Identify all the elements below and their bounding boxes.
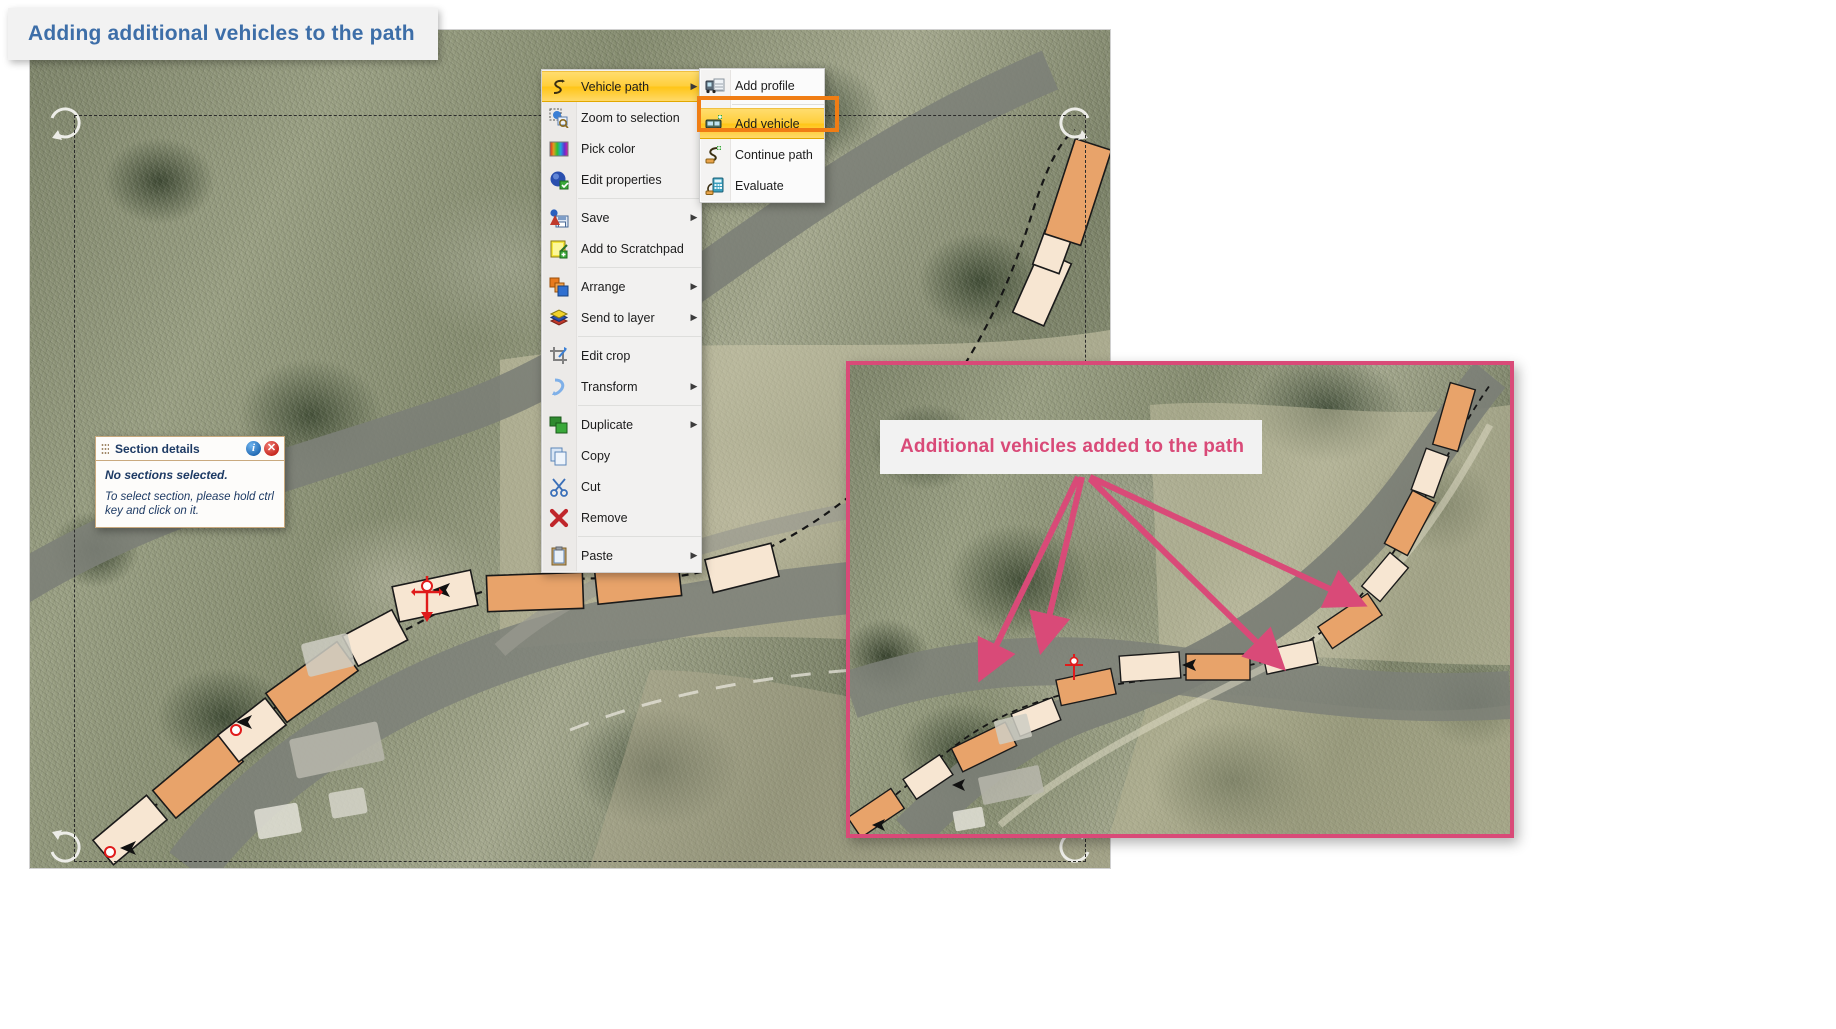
section-details-panel[interactable]: Section details i ✕ No sections selected… — [95, 436, 285, 528]
vehicle-box — [485, 571, 585, 613]
submenu-label: Evaluate — [735, 178, 784, 193]
menu-item-vehicle-path[interactable]: Vehicle path ▶ — [542, 71, 701, 102]
menu-label: Remove — [581, 510, 628, 525]
submenu-arrow-icon: ▶ — [690, 419, 698, 429]
submenu-arrow-icon: ▶ — [690, 312, 698, 322]
submenu-arrow-icon: ▶ — [690, 281, 698, 291]
remove-x-icon — [542, 502, 575, 533]
arrange-icon — [542, 271, 575, 302]
menu-item-pick-color[interactable]: Pick color — [542, 133, 701, 164]
submenu-item-evaluate[interactable]: Evaluate — [700, 170, 824, 201]
inset-callout: Additional vehicles added to the path — [880, 420, 1262, 474]
menu-item-edit-properties[interactable]: Edit properties — [542, 164, 701, 195]
menu-separator — [578, 198, 701, 199]
menu-label: Zoom to selection — [581, 110, 680, 125]
layers-icon — [542, 302, 575, 333]
trailer-box-lead — [391, 569, 479, 623]
submenu-item-add-profile[interactable]: Add profile — [700, 70, 824, 101]
add-vehicle-icon — [700, 108, 729, 139]
menu-item-save[interactable]: Save ▶ — [542, 202, 701, 233]
submenu-arrow-icon: ▶ — [690, 381, 698, 391]
menu-label: Edit properties — [581, 172, 662, 187]
section-details-hint: To select section, please hold ctrl key … — [105, 491, 274, 517]
vehicle-path-icon — [542, 71, 575, 102]
menu-separator — [578, 336, 701, 337]
section-details-title: Section details — [115, 441, 200, 456]
menu-separator — [578, 405, 701, 406]
submenu-item-add-vehicle[interactable]: Add vehicle — [700, 108, 824, 139]
menu-item-remove[interactable]: Remove — [542, 502, 701, 533]
path-anchor — [104, 846, 116, 858]
section-details-titlebar[interactable]: Section details i ✕ — [96, 437, 284, 461]
pick-color-icon — [542, 133, 575, 164]
duplicate-icon — [542, 409, 575, 440]
path-anchor — [230, 724, 242, 736]
menu-item-duplicate[interactable]: Duplicate ▶ — [542, 409, 701, 440]
menu-item-arrange[interactable]: Arrange ▶ — [542, 271, 701, 302]
continue-path-icon — [700, 139, 729, 170]
submenu-label: Add vehicle — [735, 116, 800, 131]
zoom-selection-icon — [542, 102, 575, 133]
context-menu[interactable]: Vehicle path ▶ Zoom to selection Pick co… — [541, 69, 702, 573]
inset-panel[interactable]: Additional vehicles added to the path — [846, 361, 1514, 838]
close-icon[interactable]: ✕ — [264, 441, 279, 456]
menu-label: Save — [581, 210, 610, 225]
cut-scissors-icon — [542, 471, 575, 502]
menu-item-transform[interactable]: Transform ▶ — [542, 371, 701, 402]
crop-icon — [542, 340, 575, 371]
menu-item-zoom-to-selection[interactable]: Zoom to selection — [542, 102, 701, 133]
heading-callout-text: Adding additional vehicles to the path — [28, 22, 415, 45]
add-profile-icon — [700, 70, 729, 101]
heading-callout: Adding additional vehicles to the path — [8, 8, 438, 60]
evaluate-icon — [700, 170, 729, 201]
scratchpad-icon — [542, 233, 575, 264]
section-details-body: No sections selected. To select section,… — [96, 461, 284, 527]
submenu-label: Continue path — [735, 147, 813, 162]
submenu-arrow-icon: ▶ — [690, 212, 698, 222]
menu-label: Send to layer — [581, 310, 655, 325]
submenu-separator — [732, 104, 824, 105]
menu-item-cut[interactable]: Cut — [542, 471, 701, 502]
transform-icon — [542, 371, 575, 402]
vehicle-path-submenu[interactable]: Add profile Add vehicle Continue path Ev… — [699, 68, 825, 203]
submenu-label: Add profile — [735, 78, 795, 93]
menu-item-send-to-layer[interactable]: Send to layer ▶ — [542, 302, 701, 333]
section-details-status: No sections selected. — [105, 468, 228, 482]
menu-label: Cut — [581, 479, 601, 494]
menu-label: Duplicate — [581, 417, 634, 432]
trailer-box-lead — [1118, 651, 1182, 683]
submenu-item-continue-path[interactable]: Continue path — [700, 139, 824, 170]
trailer-box — [91, 794, 169, 866]
menu-item-paste[interactable]: Paste ▶ — [542, 540, 701, 571]
drag-grip-icon[interactable] — [101, 442, 109, 455]
paste-clipboard-icon — [542, 540, 575, 571]
menu-label: Pick color — [581, 141, 636, 156]
save-icon — [542, 202, 575, 233]
menu-label: Vehicle path — [581, 79, 650, 94]
menu-label: Transform — [581, 379, 638, 394]
menu-separator — [578, 267, 701, 268]
submenu-arrow-icon: ▶ — [690, 550, 698, 560]
menu-item-edit-crop[interactable]: Edit crop — [542, 340, 701, 371]
menu-label: Copy — [581, 448, 611, 463]
vehicle-box — [1043, 137, 1110, 247]
menu-separator — [578, 536, 701, 537]
menu-label: Arrange — [581, 279, 626, 294]
edit-properties-icon — [542, 164, 575, 195]
menu-label: Edit crop — [581, 348, 631, 363]
vehicle-box — [1185, 653, 1251, 681]
menu-item-copy[interactable]: Copy — [542, 440, 701, 471]
menu-item-add-to-scratchpad[interactable]: Add to Scratchpad — [542, 233, 701, 264]
menu-label: Paste — [581, 548, 613, 563]
info-icon[interactable]: i — [246, 441, 261, 456]
annotation-arrow — [1029, 476, 1085, 656]
copy-icon — [542, 440, 575, 471]
inset-callout-text: Additional vehicles added to the path — [900, 436, 1245, 457]
menu-label: Add to Scratchpad — [581, 241, 684, 256]
parked-objects — [254, 633, 385, 840]
